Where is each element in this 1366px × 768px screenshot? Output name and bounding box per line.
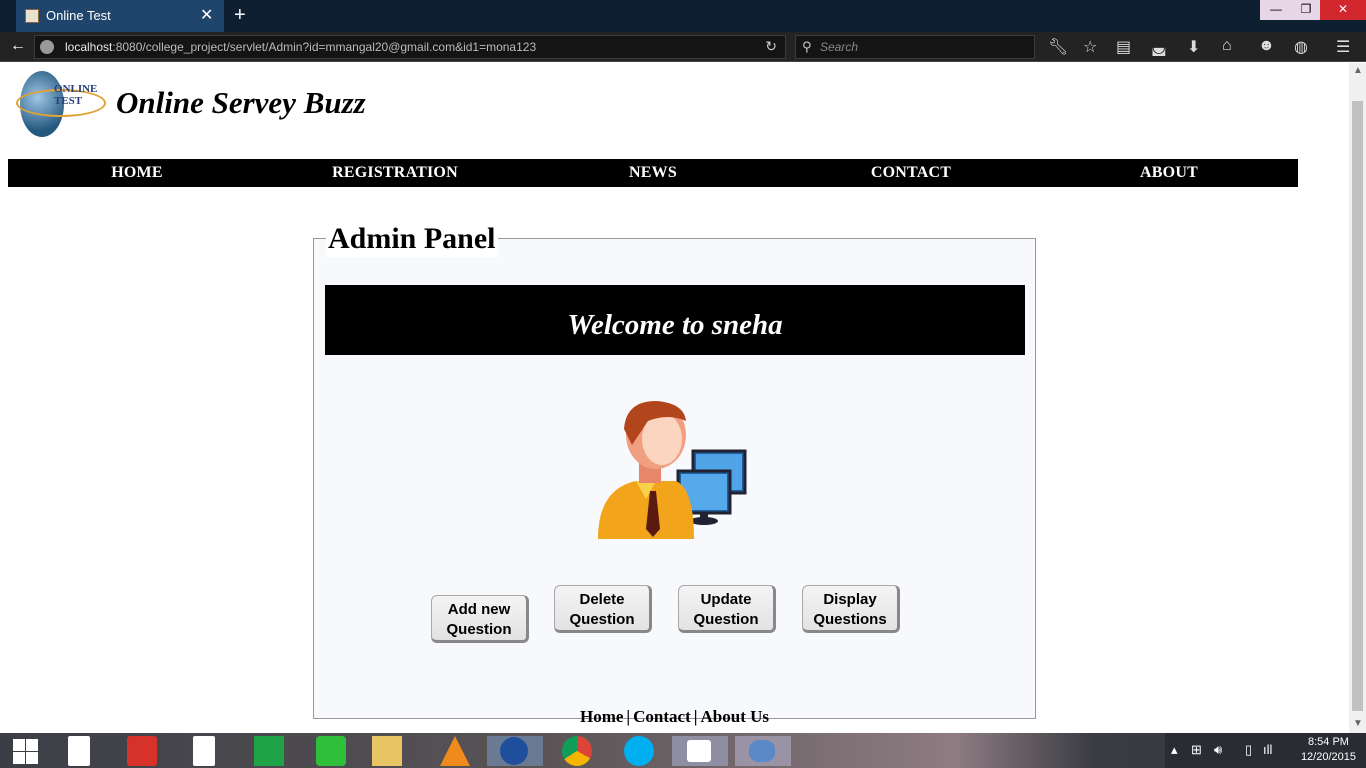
- app-icon[interactable]: [127, 736, 157, 766]
- store-icon[interactable]: [254, 736, 284, 766]
- browser-tab[interactable]: Online Test ✕: [16, 0, 224, 32]
- skype-icon[interactable]: [624, 736, 654, 766]
- clock-date: 12/20/2015: [1300, 751, 1356, 763]
- display-questions-button[interactable]: Display Questions: [802, 585, 900, 633]
- download-icon[interactable]: ⬇: [1187, 37, 1200, 57]
- windows-icon[interactable]: ⊞: [1191, 742, 1202, 758]
- menu-icon[interactable]: ☰: [1336, 37, 1350, 57]
- add-question-label-2: Question: [446, 620, 512, 638]
- update-question-label-2: Question: [693, 610, 759, 628]
- wrench-icon[interactable]: 🔧︎: [1048, 37, 1068, 57]
- update-question-label-1: Update: [700, 590, 752, 608]
- globe-icon[interactable]: ◍: [1294, 37, 1308, 57]
- network-icon[interactable]: ıll: [1263, 742, 1272, 757]
- nav-about[interactable]: ABOUT: [1040, 159, 1298, 187]
- file-explorer-icon[interactable]: [372, 736, 402, 766]
- search-icon: ⚲: [802, 39, 812, 54]
- update-question-button[interactable]: Update Question: [678, 585, 776, 633]
- add-question-button[interactable]: Add new Question: [431, 595, 529, 643]
- reading-list-icon[interactable]: ▤: [1116, 37, 1131, 57]
- close-window-icon[interactable]: ✕: [1320, 0, 1366, 20]
- close-tab-icon[interactable]: ✕: [200, 5, 213, 25]
- nav-registration[interactable]: REGISTRATION: [266, 159, 524, 187]
- chrome-icon[interactable]: [562, 736, 592, 766]
- app-taskbar-button[interactable]: [735, 736, 791, 766]
- clock[interactable]: 8:54 PM 12/20/2015: [1301, 735, 1356, 765]
- scroll-thumb[interactable]: [1352, 101, 1363, 711]
- add-question-label-1: Add new: [447, 600, 511, 618]
- panel-title: Admin Panel: [326, 221, 498, 257]
- scroll-up-icon[interactable]: ▲: [1353, 65, 1363, 76]
- show-hidden-icons-icon[interactable]: ▴: [1171, 742, 1178, 758]
- dolphin-icon: [749, 740, 775, 762]
- back-arrow-icon[interactable]: ←: [10, 37, 26, 55]
- firefox-icon: [500, 737, 528, 765]
- minimize-icon[interactable]: —: [1260, 0, 1292, 20]
- system-tray: ▴ ⊞ 🔊︎ ▯ ıll 8:54 PM 12/20/2015: [1165, 733, 1366, 768]
- delete-question-label-1: Delete: [579, 590, 625, 608]
- java-icon: [687, 740, 711, 762]
- favicon-icon: [25, 9, 39, 23]
- admin-panel: Admin Panel Welcome to sneha Add new Ques…: [313, 221, 1036, 719]
- scroll-down-icon[interactable]: ▼: [1353, 718, 1363, 729]
- url-bar[interactable]: localhost:8080/college_project/servlet/A…: [34, 35, 786, 59]
- nav-home[interactable]: HOME: [8, 159, 266, 187]
- delete-question-label-2: Question: [569, 610, 635, 628]
- browser-toolbar: ← localhost:8080/college_project/servlet…: [0, 32, 1366, 62]
- media-player-icon[interactable]: [316, 736, 346, 766]
- windows-taskbar: ▴ ⊞ 🔊︎ ▯ ıll 8:54 PM 12/20/2015: [0, 733, 1366, 768]
- star-icon[interactable]: ☆: [1083, 37, 1097, 57]
- page-content: ONLINE TEST Online Servey Buzz HOME REGI…: [0, 63, 1349, 733]
- hello-icon[interactable]: ☻: [1258, 37, 1275, 55]
- windows-start-icon[interactable]: [12, 736, 42, 766]
- restore-icon[interactable]: ❐: [1292, 0, 1320, 20]
- site-logo: ONLINE TEST: [14, 65, 109, 145]
- tab-title: Online Test: [46, 8, 111, 23]
- footer-contact-link[interactable]: Contact: [633, 707, 691, 726]
- reload-icon[interactable]: ↻: [765, 38, 777, 55]
- browser-tab-bar: Online Test ✕ + — ❐ ✕: [0, 0, 1366, 32]
- clock-time: 8:54 PM: [1307, 736, 1349, 748]
- url-host: localhost: [65, 40, 113, 54]
- welcome-banner: Welcome to sneha: [325, 285, 1025, 355]
- document-icon[interactable]: [68, 736, 90, 766]
- footer-separator: |: [626, 707, 631, 726]
- vlc-icon[interactable]: [440, 736, 470, 766]
- battery-icon[interactable]: ▯: [1245, 742, 1252, 758]
- url-text[interactable]: localhost:8080/college_project/servlet/A…: [65, 40, 536, 54]
- url-path: :8080/college_project/servlet/Admin?id=m…: [112, 40, 537, 54]
- display-questions-label-2: Questions: [813, 610, 887, 628]
- pocket-icon[interactable]: ◛: [1151, 37, 1167, 57]
- document-icon[interactable]: [193, 736, 215, 766]
- volume-icon[interactable]: 🔊︎: [1214, 742, 1222, 758]
- nav-contact[interactable]: CONTACT: [782, 159, 1040, 187]
- nav-news[interactable]: NEWS: [524, 159, 782, 187]
- display-questions-label-1: Display: [823, 590, 877, 608]
- admin-user-icon: [598, 401, 747, 539]
- new-tab-icon[interactable]: +: [234, 4, 246, 27]
- site-title: Online Servey Buzz: [116, 85, 366, 120]
- footer-about-link[interactable]: About Us: [701, 707, 770, 726]
- delete-question-button[interactable]: Delete Question: [554, 585, 652, 633]
- footer-separator: |: [693, 707, 698, 726]
- footer-home-link[interactable]: Home: [580, 707, 623, 726]
- page-scrollbar[interactable]: ▲ ▼: [1349, 63, 1366, 733]
- main-nav: HOME REGISTRATION NEWS CONTACT ABOUT: [8, 159, 1298, 187]
- firefox-taskbar-button[interactable]: [487, 736, 543, 766]
- search-input[interactable]: ⚲ Search: [795, 35, 1035, 59]
- site-identity-icon[interactable]: [40, 40, 54, 54]
- logo-text: ONLINE TEST: [54, 83, 98, 107]
- search-placeholder: Search: [820, 40, 859, 54]
- java-taskbar-button[interactable]: [672, 736, 728, 766]
- home-icon[interactable]: ⌂: [1222, 37, 1232, 55]
- footer-links: Home | Contact | About Us: [0, 707, 1349, 727]
